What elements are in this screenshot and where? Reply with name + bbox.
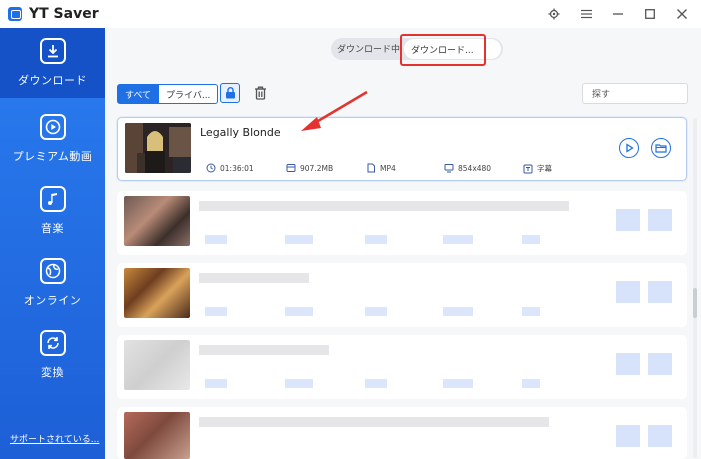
highlight-annotation-box: [400, 34, 486, 66]
redacted-title: [199, 345, 329, 355]
sidebar-item-label: 変換: [41, 366, 64, 379]
redacted-meta: [522, 307, 540, 316]
video-thumbnail: [124, 196, 190, 246]
redacted-button[interactable]: [616, 425, 640, 447]
trash-icon: [254, 86, 266, 100]
list-scrollbar[interactable]: [693, 118, 697, 458]
format-meta: MP4: [366, 163, 396, 173]
sidebar-item-music[interactable]: 音楽: [0, 176, 105, 246]
duration-value: 01:36:01: [220, 163, 254, 173]
list-item[interactable]: [117, 407, 687, 459]
clock-icon: [206, 163, 216, 173]
redacted-meta: [365, 307, 387, 316]
size-meta: 907.2MB: [286, 163, 333, 173]
redacted-meta: [285, 235, 313, 244]
list-item[interactable]: Legally Blonde 01:36:01 907.2MB MP4 854x…: [117, 117, 687, 181]
redacted-meta: [205, 379, 227, 388]
globe-icon: [39, 258, 66, 284]
redacted-button[interactable]: [648, 281, 672, 303]
sidebar-item-label: 音楽: [41, 222, 64, 235]
redacted-meta: [285, 307, 313, 316]
redacted-title: [199, 201, 569, 211]
redacted-meta: [443, 379, 473, 388]
redacted-button[interactable]: [616, 209, 640, 231]
sidebar-item-premium[interactable]: プレミアム動画: [0, 104, 105, 174]
redacted-button[interactable]: [648, 209, 672, 231]
video-thumbnail: [125, 123, 191, 173]
sidebar-item-convert[interactable]: 変換: [0, 320, 105, 390]
lock-icon: [225, 87, 235, 99]
redacted-meta: [285, 379, 313, 388]
supported-sites-link[interactable]: サポートされている...: [10, 432, 99, 445]
redacted-title: [199, 273, 309, 283]
main-panel: ダウンロード中 ダウンロード... すべて プライバ... 探す Legally…: [105, 28, 701, 459]
redacted-button[interactable]: [616, 353, 640, 375]
subtitle-value: 字幕: [537, 164, 552, 173]
play-icon: [626, 143, 634, 153]
app-window: YT Saver ダウンロード プレミアム動画 音楽 オンライン 変換 サポート…: [0, 0, 701, 459]
sidebar-item-label: プレミアム動画: [12, 150, 93, 163]
list-item[interactable]: [117, 335, 687, 399]
duration-meta: 01:36:01: [206, 163, 254, 173]
app-title: YT Saver: [29, 6, 99, 22]
sidebar-item-online[interactable]: オンライン: [0, 248, 105, 318]
resolution-meta: 854x480: [444, 163, 491, 173]
file-size-icon: [286, 164, 296, 172]
format-value: MP4: [380, 163, 396, 173]
minimize-icon[interactable]: [607, 4, 629, 24]
music-icon: [39, 186, 66, 212]
search-input[interactable]: 探す: [582, 83, 688, 104]
redacted-button[interactable]: [616, 281, 640, 303]
play-icon: [39, 114, 66, 140]
subtitle-icon: [523, 164, 533, 173]
redacted-button[interactable]: [648, 353, 672, 375]
download-icon: [39, 38, 66, 64]
redacted-meta: [522, 379, 540, 388]
video-title: Legally Blonde: [200, 126, 281, 139]
redacted-meta: [205, 307, 227, 316]
sidebar: ダウンロード プレミアム動画 音楽 オンライン 変換 サポートされている...: [0, 28, 105, 459]
list-item[interactable]: [117, 263, 687, 327]
download-list: Legally Blonde 01:36:01 907.2MB MP4 854x…: [117, 116, 687, 459]
redacted-button[interactable]: [648, 425, 672, 447]
redacted-meta: [443, 307, 473, 316]
list-item[interactable]: [117, 191, 687, 255]
format-icon: [367, 163, 375, 173]
video-thumbnail: [124, 268, 190, 318]
convert-icon: [39, 330, 66, 356]
monitor-icon: [444, 164, 454, 173]
open-folder-button[interactable]: [651, 138, 671, 158]
maximize-icon[interactable]: [639, 4, 661, 24]
resolution-value: 854x480: [458, 163, 492, 173]
folder-icon: [655, 144, 667, 153]
sidebar-item-label: ダウンロード: [18, 74, 87, 87]
app-logo-icon: [8, 7, 22, 21]
close-icon[interactable]: [671, 4, 693, 24]
menu-icon[interactable]: [575, 4, 597, 24]
redacted-meta: [365, 235, 387, 244]
sidebar-item-download[interactable]: ダウンロード: [0, 28, 105, 98]
lock-button[interactable]: [220, 83, 240, 103]
tab-downloading[interactable]: ダウンロード中: [337, 42, 400, 55]
redacted-meta: [443, 235, 473, 244]
redacted-title: [199, 417, 549, 427]
sidebar-item-label: オンライン: [23, 294, 82, 307]
size-value: 907.2MB: [300, 163, 334, 173]
title-bar: YT Saver: [0, 0, 701, 28]
redacted-meta: [205, 235, 227, 244]
filter-toggle: すべて プライバ...: [117, 84, 219, 104]
scrollbar-thumb[interactable]: [693, 288, 697, 318]
subtitle-meta: 字幕: [523, 163, 552, 174]
play-button[interactable]: [619, 138, 639, 158]
redacted-meta: [522, 235, 540, 244]
window-controls: [543, 4, 693, 24]
video-thumbnail: [124, 340, 190, 390]
settings-gear-icon[interactable]: [543, 4, 565, 24]
filter-all-button[interactable]: すべて: [117, 84, 160, 104]
video-thumbnail: [124, 412, 190, 459]
filter-private-button[interactable]: プライバ...: [159, 84, 219, 104]
redacted-meta: [365, 379, 387, 388]
delete-button[interactable]: [250, 83, 270, 103]
